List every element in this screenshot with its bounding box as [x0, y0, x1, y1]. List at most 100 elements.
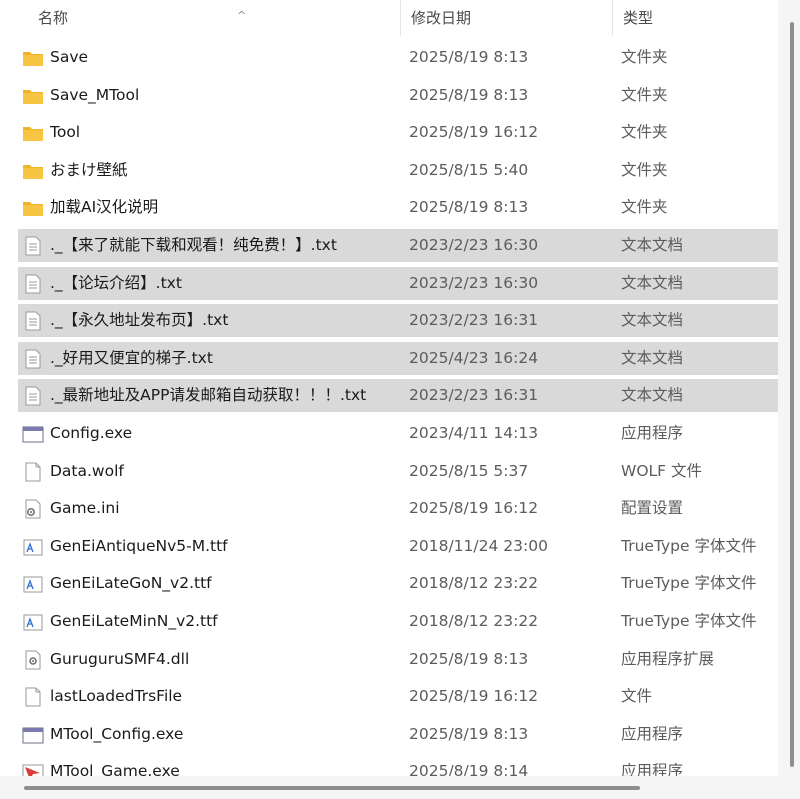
- file-name: Game.ini: [50, 499, 120, 518]
- column-header-name-label: 名称: [38, 9, 69, 27]
- file-name: ._【论坛介绍】.txt: [50, 273, 182, 292]
- file-name: ._【来了就能下载和观看！纯免费！】.txt: [50, 236, 337, 254]
- file-date-modified: 2025/8/15 5:37: [409, 461, 529, 480]
- font-file-icon: [22, 574, 44, 594]
- file-type: 文件夹: [621, 48, 668, 66]
- file-type: WOLF 文件: [621, 461, 703, 480]
- file-type: 文本文档: [621, 273, 684, 292]
- file-name: GuruguruSMF4.dll: [50, 649, 190, 668]
- file-date-modified: 2023/2/23 16:30: [409, 273, 539, 292]
- file-row[interactable]: ._最新地址及APP请发邮箱自动获取！！！.txt 2023/2/23 16:31…: [18, 379, 778, 413]
- horizontal-scrollbar[interactable]: [0, 776, 778, 799]
- file-type: TrueType 字体文件: [621, 612, 757, 630]
- file-type: 文件: [621, 687, 653, 706]
- folder-icon: [22, 48, 44, 68]
- file-name: GenEiLateMinN_v2.ttf: [50, 612, 218, 630]
- file-date-modified: 2018/11/24 23:00: [409, 536, 548, 555]
- file-name: Tool: [50, 123, 81, 142]
- file-name: ._【永久地址发布页】.txt: [50, 311, 229, 330]
- file-type: 文本文档: [621, 236, 684, 254]
- file-row[interactable]: GuruguruSMF4.dll 2025/8/19 8:13 应用程序扩展: [18, 643, 778, 676]
- file-type: 文件夹: [621, 160, 668, 179]
- app-window-icon: [22, 424, 44, 444]
- file-type: 文件夹: [621, 85, 668, 104]
- column-header-date-label: 修改日期: [411, 9, 472, 27]
- folder-icon: [22, 123, 44, 143]
- file-date-modified: 2025/8/19 8:13: [409, 198, 529, 217]
- file-date-modified: 2023/2/23 16:31: [409, 311, 539, 330]
- text-file-icon: [22, 236, 44, 256]
- app-window-icon: [22, 725, 44, 745]
- file-date-modified: 2025/8/19 8:13: [409, 649, 529, 668]
- column-header-date-modified[interactable]: 修改日期: [400, 0, 612, 36]
- file-type: 文件夹: [621, 198, 668, 217]
- text-file-icon: [22, 386, 44, 406]
- file-date-modified: 2018/8/12 23:22: [409, 574, 539, 593]
- file-type: 配置设置: [621, 499, 684, 518]
- file-date-modified: 2023/4/11 14:13: [409, 424, 539, 442]
- file-name: おまけ壁紙: [50, 160, 128, 179]
- file-row[interactable]: ._好用又便宜的梯子.txt 2025/4/23 16:24 文本文档: [18, 341, 778, 375]
- column-header-type[interactable]: 类型: [612, 0, 778, 36]
- file-date-modified: 2025/8/19 8:13: [409, 724, 529, 743]
- folder-icon: [22, 86, 44, 106]
- file-date-modified: 2023/2/23 16:31: [409, 386, 539, 405]
- file-row[interactable]: MTool_Config.exe 2025/8/19 8:13 应用程序: [18, 718, 778, 751]
- file-date-modified: 2025/8/15 5:40: [409, 160, 529, 179]
- file-name: MTool_Config.exe: [50, 724, 184, 743]
- file-date-modified: 2025/8/19 16:12: [409, 687, 539, 706]
- file-row[interactable]: GenEiLateGoN_v2.ttf 2018/8/12 23:22 TrueTy…: [18, 567, 778, 600]
- file-name: Save: [50, 48, 89, 66]
- file-name: ._好用又便宜的梯子.txt: [50, 348, 213, 367]
- file-row[interactable]: Config.exe 2023/4/11 14:13 应用程序: [18, 417, 778, 450]
- file-date-modified: 2025/8/19 16:12: [409, 123, 539, 142]
- file-date-modified: 2025/8/19 8:13: [409, 48, 529, 66]
- text-file-icon: [22, 274, 44, 294]
- file-date-modified: 2025/4/23 16:24: [409, 348, 539, 367]
- text-file-icon: [22, 349, 44, 369]
- sort-ascending-icon: ^: [237, 9, 247, 22]
- file-type: 应用程序: [621, 724, 684, 743]
- file-type: 应用程序扩展: [621, 649, 715, 668]
- file-name: 加载AI汉化说明: [50, 198, 159, 217]
- file-name: Config.exe: [50, 424, 133, 442]
- file-type: 文本文档: [621, 386, 684, 405]
- scrollbar-corner: [778, 776, 800, 799]
- vertical-scrollbar[interactable]: [778, 0, 800, 776]
- horizontal-scrollbar-thumb[interactable]: [24, 786, 640, 790]
- file-row[interactable]: lastLoadedTrsFile 2025/8/19 16:12 文件: [18, 680, 778, 713]
- file-date-modified: 2025/8/19 16:12: [409, 499, 539, 518]
- file-row[interactable]: Game.ini 2025/8/19 16:12 配置设置: [18, 492, 778, 525]
- vertical-scrollbar-thumb[interactable]: [790, 22, 794, 767]
- file-name: ._最新地址及APP请发邮箱自动获取！！！.txt: [50, 386, 367, 405]
- font-file-icon: [22, 537, 44, 557]
- file-name: GenEiLateGoN_v2.ttf: [50, 574, 212, 593]
- file-date-modified: 2023/2/23 16:30: [409, 236, 539, 254]
- file-row[interactable]: Data.wolf 2025/8/15 5:37 WOLF 文件: [18, 455, 778, 488]
- file-row[interactable]: Save_MTool 2025/8/19 8:13 文件夹: [18, 79, 778, 112]
- column-header-name[interactable]: 名称 ^: [28, 0, 400, 36]
- file-date-modified: 2025/8/19 8:13: [409, 85, 529, 104]
- file-row[interactable]: GenEiLateMinN_v2.ttf 2018/8/12 23:22 TrueT…: [18, 605, 778, 638]
- file-row[interactable]: ._【论坛介绍】.txt 2023/2/23 16:30 文本文档: [18, 266, 778, 300]
- file-row[interactable]: GenEiAntiqueNv5-M.ttf 2018/11/24 23:00 Tru…: [18, 530, 778, 563]
- file-row[interactable]: おまけ壁紙 2025/8/15 5:40 文件夹: [18, 154, 778, 187]
- file-row[interactable]: ._【来了就能下载和观看！纯免费！】.txt 2023/2/23 16:30 文本文…: [18, 229, 778, 262]
- file-row[interactable]: ._【永久地址发布页】.txt 2023/2/23 16:31 文本文档: [18, 304, 778, 338]
- file-name: GenEiAntiqueNv5-M.ttf: [50, 536, 228, 555]
- blank-file-icon: [22, 462, 44, 482]
- file-name: lastLoadedTrsFile: [50, 687, 183, 706]
- file-type: 文本文档: [621, 311, 684, 330]
- file-name: Data.wolf: [50, 461, 124, 480]
- settings-file-icon: [22, 499, 44, 519]
- file-row[interactable]: 加载AI汉化说明 2025/8/19 8:13 文件夹: [18, 191, 778, 224]
- blank-file-icon: [22, 687, 44, 707]
- text-file-icon: [22, 311, 44, 331]
- font-file-icon: [22, 612, 44, 632]
- file-type: 文本文档: [621, 348, 684, 367]
- file-row[interactable]: Save 2025/8/19 8:13 文件夹: [18, 41, 778, 74]
- file-type: TrueType 字体文件: [621, 536, 757, 555]
- folder-icon: [22, 198, 44, 218]
- folder-icon: [22, 161, 44, 181]
- file-row[interactable]: Tool 2025/8/19 16:12 文件夹: [18, 116, 778, 149]
